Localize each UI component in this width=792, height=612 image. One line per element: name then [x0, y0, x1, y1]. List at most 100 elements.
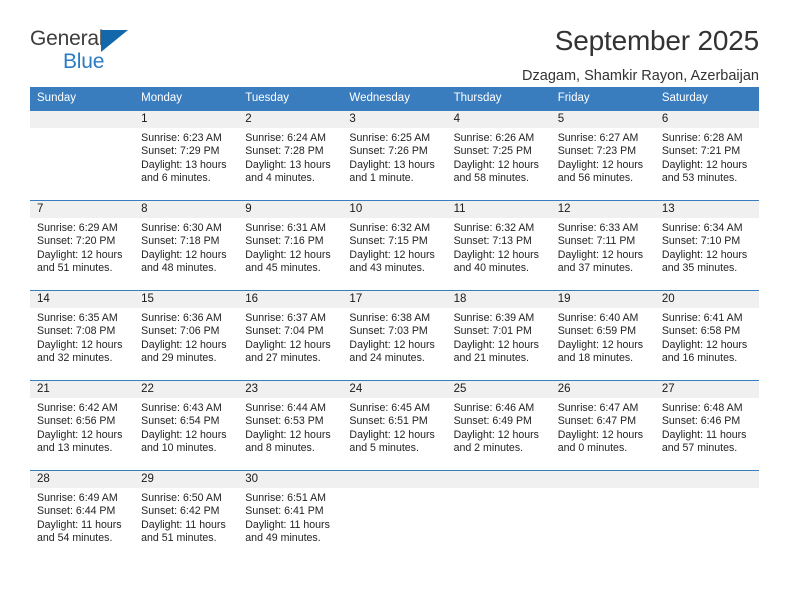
- daylight-line-1: Daylight: 11 hours: [37, 518, 122, 531]
- daylight-line-1: Daylight: 11 hours: [245, 518, 330, 531]
- day-cell[interactable]: 2 Sunrise: 6:24 AM Sunset: 7:28 PM Dayli…: [238, 111, 343, 200]
- daylight-line-1: Daylight: 12 hours: [37, 338, 123, 351]
- sunrise-line: Sunrise: 6:41 AM: [661, 312, 743, 324]
- day-number: 4: [446, 111, 551, 128]
- day-cell[interactable]: 5 Sunrise: 6:27 AM Sunset: 7:23 PM Dayli…: [550, 111, 655, 200]
- daylight-line-1: Daylight: 11 hours: [141, 518, 226, 531]
- daylight-line-2: and 45 minutes.: [245, 262, 321, 275]
- day-details: Sunrise: 6:45 AM Sunset: 6:51 PM Dayligh…: [342, 398, 446, 456]
- sunrise-line: Sunrise: 6:32 AM: [453, 222, 535, 234]
- daylight-line-2: and 48 minutes.: [141, 262, 217, 275]
- logo-triangle-icon: [101, 30, 128, 52]
- day-details: Sunrise: 6:47 AM Sunset: 6:47 PM Dayligh…: [551, 398, 655, 456]
- day-number: 14: [30, 291, 135, 308]
- day-cell[interactable]: 16 Sunrise: 6:37 AM Sunset: 7:04 PM Dayl…: [238, 291, 343, 380]
- day-cell[interactable]: 1 Sunrise: 6:23 AM Sunset: 7:29 PM Dayli…: [134, 111, 239, 200]
- daylight-line-1: Daylight: 13 hours: [141, 158, 227, 171]
- daylight-line-1: Daylight: 12 hours: [557, 158, 644, 171]
- day-details: Sunrise: 6:34 AM Sunset: 7:10 PM Dayligh…: [655, 218, 759, 276]
- day-number: 29: [134, 471, 239, 488]
- sunset-line: Sunset: 6:54 PM: [141, 415, 220, 428]
- day-cell[interactable]: 30 Sunrise: 6:51 AM Sunset: 6:41 PM Dayl…: [238, 471, 343, 560]
- day-cell[interactable]: 12 Sunrise: 6:33 AM Sunset: 7:11 PM Dayl…: [550, 201, 655, 290]
- day-cell[interactable]: 15 Sunrise: 6:36 AM Sunset: 7:06 PM Dayl…: [134, 291, 239, 380]
- sunrise-line: Sunrise: 6:31 AM: [245, 222, 326, 234]
- day-cell[interactable]: 6 Sunrise: 6:28 AM Sunset: 7:21 PM Dayli…: [654, 111, 759, 200]
- day-cell[interactable]: 9 Sunrise: 6:31 AM Sunset: 7:16 PM Dayli…: [238, 201, 343, 290]
- daylight-line-2: and 29 minutes.: [141, 352, 217, 365]
- daylight-line-2: and 1 minute.: [349, 172, 414, 185]
- day-cell[interactable]: 3 Sunrise: 6:25 AM Sunset: 7:26 PM Dayli…: [342, 111, 447, 200]
- day-cell[interactable]: 10 Sunrise: 6:32 AM Sunset: 7:15 PM Dayl…: [342, 201, 447, 290]
- sunrise-line: Sunrise: 6:26 AM: [453, 132, 535, 144]
- daylight-line-1: Daylight: 12 hours: [349, 428, 435, 441]
- daylight-line-1: Daylight: 12 hours: [141, 338, 227, 351]
- logo-text-general: General: [30, 27, 104, 50]
- sunset-line: Sunset: 7:28 PM: [245, 145, 324, 158]
- day-details: Sunrise: 6:35 AM Sunset: 7:08 PM Dayligh…: [30, 308, 134, 366]
- day-cell[interactable]: 21 Sunrise: 6:42 AM Sunset: 6:56 PM Dayl…: [30, 381, 135, 470]
- sunset-line: Sunset: 6:41 PM: [245, 505, 324, 518]
- daylight-line-2: and 8 minutes.: [245, 442, 315, 455]
- general-blue-logo[interactable]: General Blue: [30, 24, 160, 78]
- day-cell[interactable]: 24 Sunrise: 6:45 AM Sunset: 6:51 PM Dayl…: [342, 381, 447, 470]
- day-cell[interactable]: 4 Sunrise: 6:26 AM Sunset: 7:25 PM Dayli…: [446, 111, 551, 200]
- day-number: 19: [550, 291, 655, 308]
- day-cell[interactable]: [654, 471, 759, 560]
- sunset-line: Sunset: 7:10 PM: [661, 235, 741, 248]
- day-number: 26: [550, 381, 655, 398]
- sunrise-line: Sunrise: 6:48 AM: [661, 402, 743, 414]
- day-details: Sunrise: 6:31 AM Sunset: 7:16 PM Dayligh…: [238, 218, 342, 276]
- day-cell[interactable]: 20 Sunrise: 6:41 AM Sunset: 6:58 PM Dayl…: [654, 291, 759, 380]
- daylight-line-2: and 37 minutes.: [557, 262, 634, 275]
- sunrise-line: Sunrise: 6:45 AM: [349, 402, 431, 414]
- day-cell[interactable]: 7 Sunrise: 6:29 AM Sunset: 7:20 PM Dayli…: [30, 201, 135, 290]
- day-cell[interactable]: [550, 471, 655, 560]
- sunset-line: Sunset: 7:29 PM: [141, 145, 220, 158]
- day-cell[interactable]: [342, 471, 447, 560]
- day-number: 21: [30, 381, 135, 398]
- day-details: [342, 488, 446, 492]
- day-details: Sunrise: 6:49 AM Sunset: 6:44 PM Dayligh…: [30, 488, 134, 546]
- day-cell[interactable]: 19 Sunrise: 6:40 AM Sunset: 6:59 PM Dayl…: [550, 291, 655, 380]
- day-cell[interactable]: 14 Sunrise: 6:35 AM Sunset: 7:08 PM Dayl…: [30, 291, 135, 380]
- weekday-header-row: Sunday Monday Tuesday Wednesday Thursday…: [30, 87, 759, 110]
- daylight-line-1: Daylight: 12 hours: [453, 338, 539, 351]
- sunrise-line: Sunrise: 6:35 AM: [37, 312, 118, 324]
- day-cell[interactable]: 22 Sunrise: 6:43 AM Sunset: 6:54 PM Dayl…: [134, 381, 239, 470]
- day-number: 25: [446, 381, 551, 398]
- day-cell[interactable]: 11 Sunrise: 6:32 AM Sunset: 7:13 PM Dayl…: [446, 201, 551, 290]
- sunrise-line: Sunrise: 6:39 AM: [453, 312, 535, 324]
- day-details: Sunrise: 6:46 AM Sunset: 6:49 PM Dayligh…: [447, 398, 551, 456]
- day-cell[interactable]: 26 Sunrise: 6:47 AM Sunset: 6:47 PM Dayl…: [550, 381, 655, 470]
- day-cell[interactable]: [30, 111, 135, 200]
- day-number: [446, 471, 551, 488]
- day-cell[interactable]: 25 Sunrise: 6:46 AM Sunset: 6:49 PM Dayl…: [446, 381, 551, 470]
- day-details: Sunrise: 6:23 AM Sunset: 7:29 PM Dayligh…: [134, 128, 238, 186]
- day-cell[interactable]: 28 Sunrise: 6:49 AM Sunset: 6:44 PM Dayl…: [30, 471, 135, 560]
- day-cell[interactable]: 17 Sunrise: 6:38 AM Sunset: 7:03 PM Dayl…: [342, 291, 447, 380]
- weekday-header-saturday: Saturday: [661, 92, 708, 104]
- day-number: 17: [342, 291, 447, 308]
- day-cell[interactable]: [446, 471, 551, 560]
- sunrise-line: Sunrise: 6:27 AM: [557, 132, 639, 144]
- day-cell[interactable]: 23 Sunrise: 6:44 AM Sunset: 6:53 PM Dayl…: [238, 381, 343, 470]
- day-cell[interactable]: 13 Sunrise: 6:34 AM Sunset: 7:10 PM Dayl…: [654, 201, 759, 290]
- daylight-line-1: Daylight: 12 hours: [245, 428, 331, 441]
- daylight-line-2: and 5 minutes.: [349, 442, 419, 455]
- day-number: 16: [238, 291, 343, 308]
- day-number: 2: [238, 111, 343, 128]
- daylight-line-2: and 2 minutes.: [453, 442, 524, 455]
- day-cell[interactable]: 18 Sunrise: 6:39 AM Sunset: 7:01 PM Dayl…: [446, 291, 551, 380]
- daylight-line-1: Daylight: 12 hours: [37, 248, 123, 261]
- daylight-line-2: and 0 minutes.: [557, 442, 628, 455]
- day-cell[interactable]: 8 Sunrise: 6:30 AM Sunset: 7:18 PM Dayli…: [134, 201, 239, 290]
- sunrise-line: Sunrise: 6:33 AM: [557, 222, 639, 234]
- sunset-line: Sunset: 6:56 PM: [37, 415, 116, 428]
- day-number: 11: [446, 201, 551, 218]
- day-cell[interactable]: 27 Sunrise: 6:48 AM Sunset: 6:46 PM Dayl…: [654, 381, 759, 470]
- daylight-line-1: Daylight: 12 hours: [349, 338, 435, 351]
- daylight-line-1: Daylight: 12 hours: [141, 428, 227, 441]
- day-number: 22: [134, 381, 239, 398]
- day-cell[interactable]: 29 Sunrise: 6:50 AM Sunset: 6:42 PM Dayl…: [134, 471, 239, 560]
